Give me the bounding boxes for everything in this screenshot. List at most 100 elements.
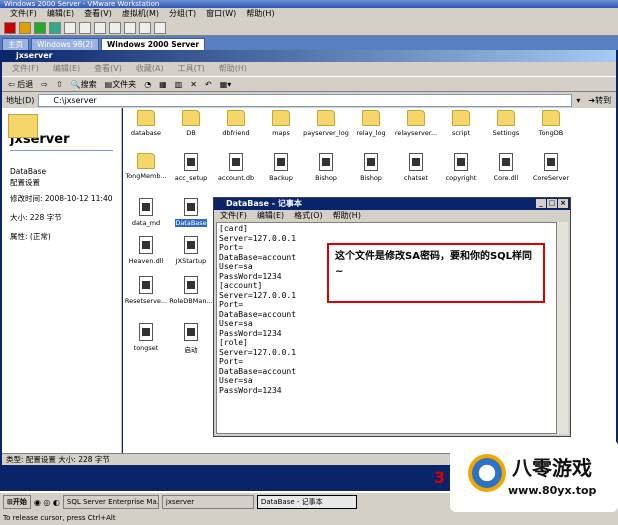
close-icon[interactable]: ×: [558, 199, 568, 208]
file-item[interactable]: Resetserve...: [123, 276, 169, 305]
host-menu-file[interactable]: 文件(F): [10, 8, 37, 20]
notepad-menu-help[interactable]: 帮助(H): [333, 210, 361, 222]
revert-icon[interactable]: [79, 21, 91, 34]
folder-icon: [137, 153, 155, 169]
file-item[interactable]: chatset: [393, 153, 439, 182]
file-item[interactable]: tongset: [123, 323, 169, 352]
file-item[interactable]: Bishop: [348, 153, 394, 182]
file-icon: [364, 153, 378, 171]
task-notepad[interactable]: DataBase - 记事本: [256, 495, 357, 509]
explorer-menu-tools[interactable]: 工具(T): [178, 62, 205, 76]
folder-item[interactable]: payserver_log: [303, 110, 349, 137]
up-icon[interactable]: ⇧: [56, 80, 63, 89]
tab-home[interactable]: 主页: [2, 38, 29, 50]
file-icon: [319, 153, 333, 171]
address-input[interactable]: C:\jxserver: [38, 93, 573, 107]
notepad-scrollbar[interactable]: [556, 222, 568, 434]
file-item[interactable]: CoreServer: [528, 153, 574, 182]
folder-item[interactable]: TongMemb...: [123, 153, 169, 180]
address-dropdown-icon[interactable]: ▾: [576, 96, 580, 105]
back-button[interactable]: ⇦ 后退: [8, 79, 33, 90]
file-item[interactable]: 启动: [168, 323, 214, 354]
notepad-menu-edit[interactable]: 编辑(E): [257, 210, 284, 222]
summary-icon[interactable]: [139, 21, 151, 34]
explorer-menu-edit[interactable]: 编辑(E): [53, 62, 80, 76]
folder-icon: [362, 110, 380, 126]
explorer-menu-file[interactable]: 文件(F): [12, 62, 39, 76]
host-menu-help[interactable]: 帮助(H): [246, 8, 274, 20]
host-menu-window[interactable]: 窗口(W): [206, 8, 236, 20]
maximize-icon[interactable]: □: [547, 199, 557, 208]
folder-icon: [182, 110, 200, 126]
panel-attributes: 属性: (正常): [10, 232, 51, 241]
folder-icon: [542, 110, 560, 126]
delete-icon[interactable]: ✕: [190, 80, 197, 89]
folder-item[interactable]: relayserver...: [393, 110, 439, 137]
views-icon[interactable]: ▦▾: [220, 80, 232, 89]
panel-file-name: DataBase: [10, 167, 47, 176]
file-item[interactable]: DataBase: [168, 198, 214, 227]
host-status-bar: To release cursor, press Ctrl+Alt: [0, 511, 618, 525]
file-item[interactable]: Heaven.dll: [123, 236, 169, 265]
quick-launch-icon[interactable]: ◉ ◎ ◐: [34, 498, 60, 507]
folder-item[interactable]: maps: [258, 110, 304, 137]
file-item[interactable]: RoleDBMan...: [168, 276, 214, 305]
watermark-url: www.80yx.top: [508, 484, 597, 497]
copy-icon[interactable]: ▥: [175, 80, 183, 89]
file-item[interactable]: account.db: [213, 153, 259, 182]
host-menu-team[interactable]: 分组(T): [169, 8, 196, 20]
console-icon[interactable]: [154, 21, 166, 34]
forward-icon[interactable]: ⇨: [41, 80, 48, 89]
history-icon[interactable]: ◔: [144, 80, 151, 89]
folder-item[interactable]: Settings: [483, 110, 529, 137]
watermark-digit: 3: [434, 468, 446, 487]
reset-icon[interactable]: [49, 21, 61, 34]
file-item[interactable]: Core.dll: [483, 153, 529, 182]
watermark: 3 八零游戏 www.80yx.top: [434, 440, 618, 512]
file-item[interactable]: Backup: [258, 153, 304, 182]
tab-windows-2000[interactable]: Windows 2000 Server: [101, 38, 206, 50]
explorer-menu-help[interactable]: 帮助(H): [219, 62, 247, 76]
notepad-menu-format[interactable]: 格式(O): [294, 210, 323, 222]
file-item[interactable]: copyright: [438, 153, 484, 182]
folder-item[interactable]: relay_log: [348, 110, 394, 137]
task-sql-server[interactable]: SQL Server Enterprise Ma...: [62, 495, 159, 509]
file-item[interactable]: Bishop: [303, 153, 349, 182]
tab-windows-98[interactable]: Windows 98(2): [31, 38, 100, 50]
folder-item[interactable]: TongDB: [528, 110, 574, 137]
snapshot-icon[interactable]: [64, 21, 76, 34]
brand-logo-icon: [468, 454, 506, 492]
folder-item[interactable]: database: [123, 110, 169, 137]
undo-icon[interactable]: ↶: [205, 80, 212, 89]
stop-icon[interactable]: [4, 21, 16, 34]
minimize-icon[interactable]: _: [536, 199, 546, 208]
item-label: Core.dll: [493, 174, 519, 182]
file-item[interactable]: acc_setup: [168, 153, 214, 182]
search-button[interactable]: 🔍搜索: [71, 79, 97, 90]
quick-switch-icon[interactable]: [124, 21, 136, 34]
notepad-window: DataBase - 记事本 _ □ × 文件(F) 编辑(E) 格式(O) 帮…: [213, 197, 571, 437]
host-menu-view[interactable]: 查看(V): [84, 8, 112, 20]
folder-item[interactable]: DB: [168, 110, 214, 137]
notepad-menu-file[interactable]: 文件(F): [220, 210, 247, 222]
folder-item[interactable]: dbfriend: [213, 110, 259, 137]
file-icon: [184, 276, 198, 294]
manage-snapshot-icon[interactable]: [94, 21, 106, 34]
host-menu-edit[interactable]: 编辑(E): [47, 8, 74, 20]
fullscreen-icon[interactable]: [109, 21, 121, 34]
play-icon[interactable]: [34, 21, 46, 34]
pause-icon[interactable]: [19, 21, 31, 34]
folders-button[interactable]: ▤文件夹: [105, 79, 137, 90]
go-label: 转到: [595, 95, 612, 105]
move-icon[interactable]: ▦: [159, 80, 167, 89]
task-jxserver[interactable]: jxserver: [161, 495, 254, 509]
explorer-menu-view[interactable]: 查看(V): [94, 62, 122, 76]
go-button[interactable]: ➔转到: [588, 95, 611, 106]
folder-item[interactable]: script: [438, 110, 484, 137]
start-button[interactable]: ⊞开始: [3, 495, 31, 509]
file-item[interactable]: JXStartup: [168, 236, 214, 265]
host-menu-vm[interactable]: 虚拟机(M): [122, 8, 159, 20]
explorer-menu-favorites[interactable]: 收藏(A): [136, 62, 164, 76]
file-item[interactable]: data_md: [123, 198, 169, 227]
annotation-callout: 这个文件是修改SA密码，要和你的SQL样同~: [327, 243, 545, 303]
